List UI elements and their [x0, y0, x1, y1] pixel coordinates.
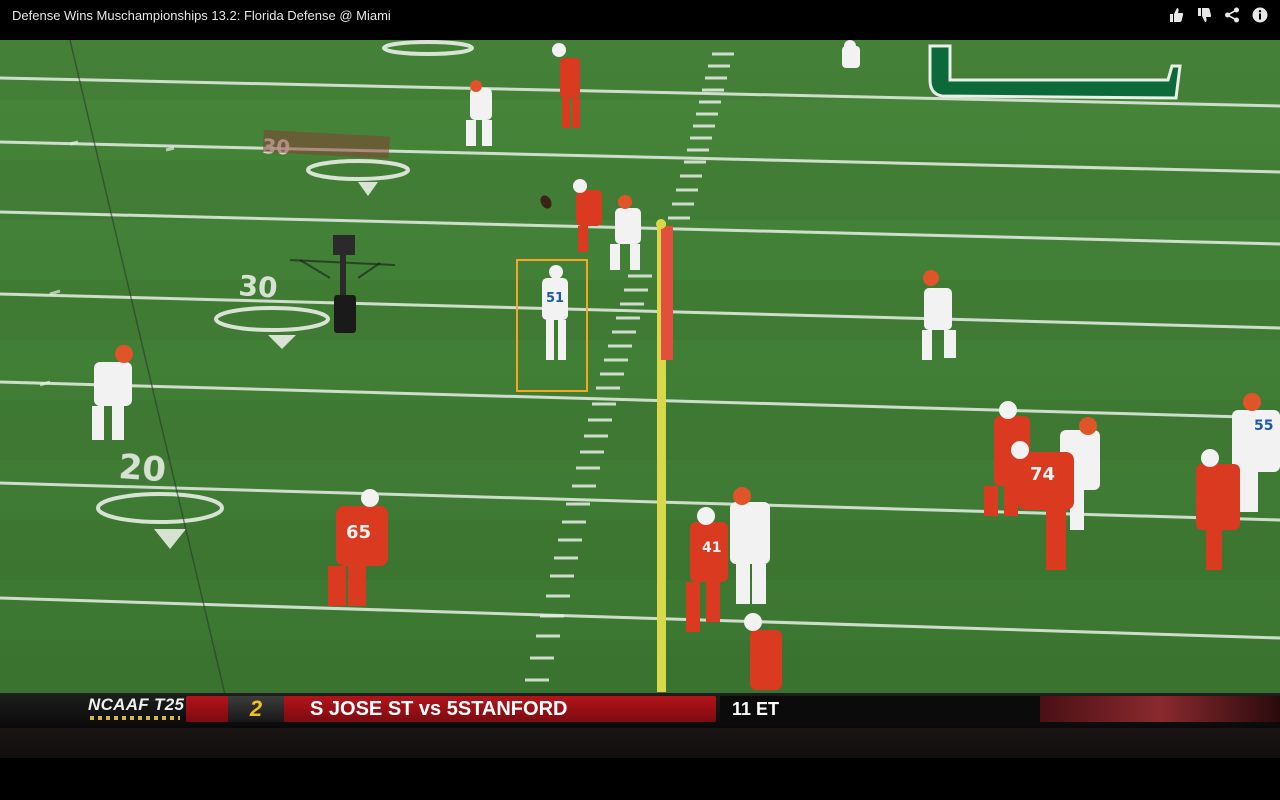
thumbs-up-icon[interactable] — [1168, 7, 1184, 23]
ticker-game: S JOSE ST vs 5STANFORD — [310, 698, 568, 720]
jersey-number: 65 — [346, 522, 371, 543]
info-icon[interactable] — [1252, 7, 1268, 23]
thumbs-down-icon[interactable] — [1196, 7, 1212, 23]
ticker-network-panel — [1040, 696, 1280, 722]
ticker-dots — [90, 716, 180, 720]
player-highlight-box — [516, 259, 588, 392]
yard-number-lower: 20 — [117, 447, 167, 490]
score-ticker: NCAAF T25 2 S JOSE ST vs 5STANFORD 11 ET — [0, 693, 1280, 728]
video-title: Defense Wins Muschampionships 13.2: Flor… — [12, 8, 391, 23]
ticker-rank: 2 — [228, 696, 284, 722]
ticker-label: NCAAF T25 — [88, 695, 185, 714]
title-bar: Defense Wins Muschampionships 13.2: Flor… — [0, 0, 1280, 34]
share-icon[interactable] — [1224, 7, 1240, 23]
ticker-lower-strip — [0, 728, 1280, 758]
yard-number-middle: 30 — [238, 269, 279, 305]
jersey-number: 41 — [702, 540, 721, 556]
ticker-time: 11 ET — [732, 699, 780, 719]
title-actions — [1168, 7, 1268, 23]
pylon-flag — [661, 226, 673, 360]
jersey-number: 74 — [1030, 464, 1055, 485]
jersey-number: 55 — [1254, 418, 1273, 434]
video-player[interactable]: 30 30 20 — [0, 40, 1280, 758]
football-field: 30 30 20 — [0, 40, 1280, 758]
